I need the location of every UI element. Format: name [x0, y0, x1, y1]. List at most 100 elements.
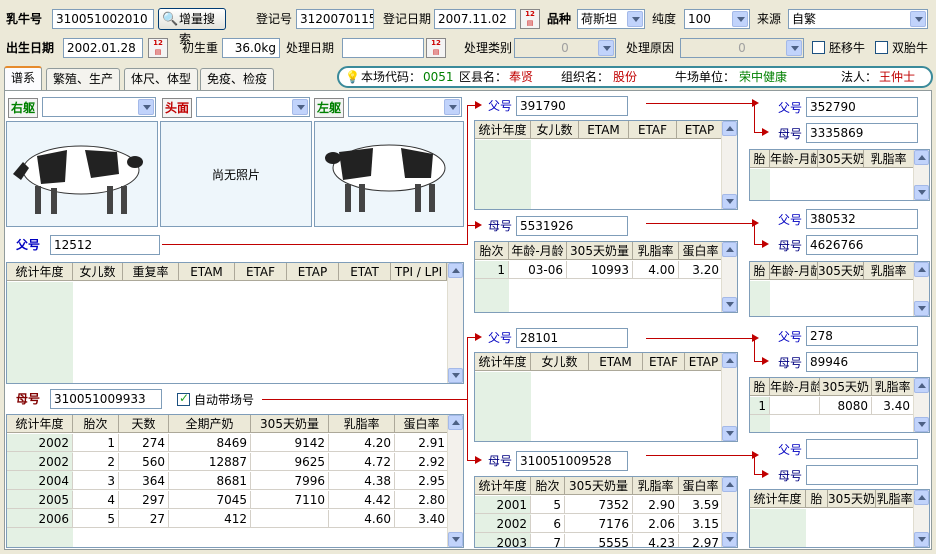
column-header[interactable]: 305天奶量 — [565, 477, 633, 494]
column-header[interactable]: 天数 — [119, 415, 169, 432]
column-header[interactable]: 305天奶 — [818, 150, 864, 167]
dam-input[interactable]: 310051009933 — [50, 389, 162, 409]
column-header[interactable]: 胎 — [750, 262, 770, 279]
scroll-up-icon[interactable] — [722, 477, 737, 492]
scrollbar[interactable] — [721, 242, 737, 312]
birth-weight-input[interactable]: 36.0kg — [222, 38, 280, 58]
column-header[interactable]: ETAM — [579, 121, 629, 138]
sds-input[interactable]: 380532 — [806, 209, 918, 229]
dropdown-arrow-icon[interactable] — [732, 11, 748, 27]
sss-input[interactable]: 352790 — [806, 97, 918, 117]
column-header[interactable]: ETAP — [677, 121, 723, 138]
disposal-type-select[interactable]: 0 — [514, 38, 616, 58]
auto-farm-code-checkbox[interactable] — [177, 391, 190, 406]
dsd-input[interactable]: 89946 — [806, 352, 918, 372]
column-header[interactable]: 乳脂率 — [329, 415, 395, 432]
scroll-down-icon[interactable] — [722, 194, 737, 209]
right-side-photo-select[interactable] — [42, 97, 156, 117]
dam-sire-grid[interactable]: 统计年度 女儿数 ETAM ETAF ETAP — [474, 352, 738, 442]
scroll-down-icon[interactable] — [722, 532, 737, 547]
scrollbar[interactable] — [447, 415, 463, 547]
column-header[interactable]: 重复率 — [123, 263, 179, 280]
tab-pedigree[interactable]: 谱系 — [4, 66, 43, 91]
column-header[interactable]: 统计年度 — [475, 121, 531, 138]
calendar-icon[interactable]: 12 ▤ — [148, 38, 168, 58]
disposal-date-input[interactable] — [342, 38, 424, 58]
dam-dam-grid[interactable]: 统计年度 胎次 305天奶量 乳脂率 蛋白率 2001 5 7352 2.90 3.59 2002… — [474, 476, 738, 548]
dsd-grid[interactable]: 胎年龄-月龄 305天奶 乳脂率 1 8080 3.40 — [749, 377, 930, 433]
calendar-icon[interactable]: 12 ▤ — [520, 9, 540, 29]
column-header[interactable]: 乳脂率 — [633, 242, 679, 259]
table-row[interactable]: 2006 5 27 412 4.60 3.40 — [7, 510, 449, 528]
scroll-down-icon[interactable] — [914, 301, 929, 316]
dropdown-arrow-icon[interactable] — [292, 99, 308, 115]
right-side-photo[interactable] — [6, 121, 158, 227]
table-row[interactable]: 2005 4 297 7045 7110 4.42 2.80 — [7, 491, 449, 509]
dss-input[interactable]: 278 — [806, 326, 918, 346]
tab-breeding[interactable]: 繁殖、生产 — [46, 68, 121, 90]
twin-checkbox[interactable] — [875, 41, 888, 54]
ear-number-input[interactable]: 310051002010 — [52, 9, 154, 29]
scrollbar[interactable] — [447, 263, 463, 383]
birth-date-input[interactable]: 2002.01.28 — [63, 38, 143, 58]
scroll-down-icon[interactable] — [914, 417, 929, 432]
column-header[interactable]: 蛋白率 — [395, 415, 449, 432]
table-row[interactable]: 2002 6 7176 2.06 3.15 — [475, 515, 723, 533]
breed-select[interactable]: 荷斯坦 — [577, 9, 645, 29]
source-select[interactable]: 自繁 — [788, 9, 928, 29]
ssd-grid[interactable]: 胎年龄-月龄 305天奶 乳脂率 — [749, 149, 930, 201]
dropdown-arrow-icon[interactable] — [598, 40, 614, 56]
column-header[interactable]: 胎次 — [531, 477, 565, 494]
column-header[interactable]: TPI / LPI — [391, 263, 447, 280]
table-row[interactable]: 1 03-06 10993 4.00 3.20 — [475, 261, 723, 279]
left-side-photo-select[interactable] — [348, 97, 462, 117]
column-header[interactable]: 305天奶 — [818, 262, 864, 279]
column-header[interactable]: 女儿数 — [73, 263, 123, 280]
scrollbar[interactable] — [913, 490, 929, 547]
table-row[interactable]: 2002 1 274 8469 9142 4.20 2.91 — [7, 434, 449, 452]
dropdown-arrow-icon[interactable] — [910, 11, 926, 27]
dam-sire-input[interactable]: 28101 — [516, 328, 628, 348]
column-header[interactable]: ETAP — [287, 263, 339, 280]
scroll-up-icon[interactable] — [448, 263, 463, 278]
ddd-grid[interactable]: 统计年度胎 305天奶 乳脂率 — [749, 489, 930, 548]
table-row[interactable]: 2004 3 364 8681 7996 4.38 2.95 — [7, 472, 449, 490]
sire-sire-grid[interactable]: 统计年度 女儿数 ETAM ETAF ETAP — [474, 120, 738, 210]
scroll-up-icon[interactable] — [914, 490, 929, 505]
dropdown-arrow-icon[interactable] — [786, 40, 802, 56]
column-header[interactable]: 统计年度 — [475, 477, 531, 494]
column-header[interactable]: 统计年度 — [750, 490, 806, 507]
dds-input[interactable] — [806, 439, 918, 459]
embryo-transfer-checkbox[interactable] — [812, 41, 825, 54]
sire-input[interactable]: 12512 — [50, 235, 160, 255]
column-header[interactable]: 乳脂率 — [864, 150, 914, 167]
scroll-down-icon[interactable] — [914, 185, 929, 200]
column-header[interactable]: 年龄-月龄 — [509, 242, 567, 259]
table-row[interactable]: 2001 5 7352 2.90 3.59 — [475, 496, 723, 514]
reg-number-input[interactable]: 3120070115 — [296, 9, 374, 29]
scroll-up-icon[interactable] — [914, 150, 929, 165]
sire-sire-input[interactable]: 391790 — [516, 96, 628, 116]
ssd-input[interactable]: 3335869 — [806, 123, 918, 143]
sire-grid[interactable]: 统计年度 女儿数 重复率 ETAM ETAF ETAP ETAT TPI / LPI — [6, 262, 464, 384]
column-header[interactable]: ETAM — [589, 353, 643, 370]
scroll-up-icon[interactable] — [722, 121, 737, 136]
column-header[interactable]: 305天奶量 — [251, 415, 329, 432]
column-header[interactable]: ETAP — [685, 353, 723, 370]
column-header[interactable]: 乳脂率 — [864, 262, 914, 279]
left-side-photo[interactable] — [314, 121, 464, 227]
tab-body-size[interactable]: 体尺、体型 — [124, 68, 199, 90]
sdd-grid[interactable]: 胎年龄-月龄 305天奶 乳脂率 — [749, 261, 930, 317]
column-header[interactable]: 胎 — [750, 378, 770, 395]
dam-dam-input[interactable]: 310051009528 — [516, 451, 628, 471]
scroll-down-icon[interactable] — [722, 426, 737, 441]
column-header[interactable]: 乳脂率 — [633, 477, 679, 494]
column-header[interactable]: 年龄-月龄 — [770, 150, 818, 167]
scrollbar[interactable] — [913, 150, 929, 200]
sire-dam-input[interactable]: 5531926 — [516, 216, 628, 236]
column-header[interactable]: 胎 — [750, 150, 770, 167]
column-header[interactable]: ETAM — [179, 263, 235, 280]
column-header[interactable]: 女儿数 — [531, 121, 579, 138]
scroll-up-icon[interactable] — [722, 353, 737, 368]
head-photo-select[interactable] — [196, 97, 310, 117]
